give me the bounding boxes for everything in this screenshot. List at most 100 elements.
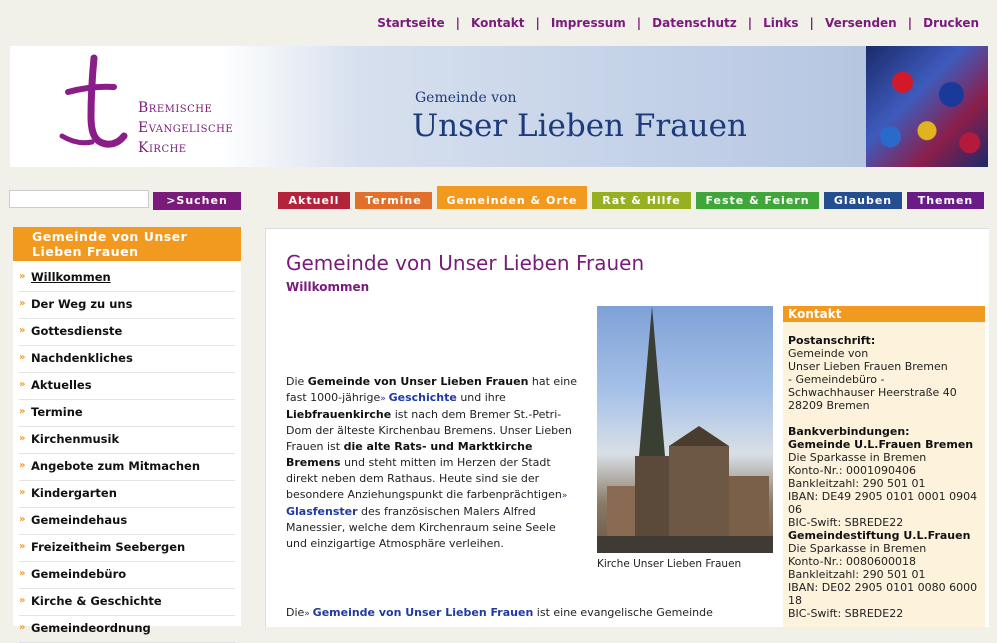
sidebar-list: » Willkommen » Der Weg zu uns » Gottesdiens… bbox=[13, 261, 241, 643]
bank2-line: BIC-Swift: SBREDE22 bbox=[788, 607, 904, 620]
page-title: Gemeinde von Unser Lieben Frauen bbox=[286, 251, 645, 275]
sidebar-item-gottesdienste[interactable]: » Gottesdienste bbox=[19, 319, 235, 346]
logo-line: Evangelische bbox=[138, 120, 234, 136]
postal-line: Schwachhauser Heerstraße 40 bbox=[788, 386, 957, 399]
parish-title: Unser Lieben Frauen bbox=[412, 108, 747, 144]
bank2-line: IBAN: DE02 2905 0101 0080 6000 bbox=[788, 581, 978, 594]
main-content: Gemeinde von Unser Lieben Frauen Willkom… bbox=[265, 228, 989, 627]
tab-rat-hilfe[interactable]: Rat & Hilfe bbox=[592, 192, 691, 209]
sidebar-item-angebote[interactable]: » Angebote zum Mitmachen bbox=[19, 454, 235, 481]
sidebar-item-kindergarten[interactable]: » Kindergarten bbox=[19, 481, 235, 508]
parish-subtitle: Gemeinde von bbox=[415, 90, 517, 106]
postal-label: Postanschrift: bbox=[788, 334, 876, 347]
tab-themen[interactable]: Themen bbox=[907, 192, 984, 209]
text: Die bbox=[286, 606, 305, 619]
sidebar-item-kirchenmusik[interactable]: » Kirchenmusik bbox=[19, 427, 235, 454]
text: Die bbox=[286, 375, 308, 388]
link-drucken[interactable]: Drucken bbox=[912, 16, 979, 30]
arrow-icon: » bbox=[304, 609, 313, 619]
arrow-icon: » bbox=[19, 541, 26, 552]
bold-text: Liebfrauenkirche bbox=[286, 408, 392, 421]
bank1-line: Konto-Nr.: 0001090406 bbox=[788, 464, 917, 477]
arrow-icon: » bbox=[561, 491, 568, 501]
bank1-label: Gemeinde U.L.Frauen Bremen bbox=[788, 438, 974, 451]
arrow-icon: » bbox=[19, 568, 26, 579]
arrow-icon: » bbox=[380, 394, 389, 404]
tab-gemeinden-orte[interactable]: Gemeinden & Orte bbox=[437, 186, 587, 209]
tab-glauben[interactable]: Glauben bbox=[824, 192, 902, 209]
sidebar-item-freizeitheim[interactable]: » Freizeitheim Seebergen bbox=[19, 535, 235, 562]
sidebar-item-gemeindehaus[interactable]: » Gemeindehaus bbox=[19, 508, 235, 535]
sidebar-item-kirche-geschichte[interactable]: » Kirche & Geschichte bbox=[19, 589, 235, 616]
contact-body: Postanschrift: Gemeinde von Unser Lieben… bbox=[783, 322, 985, 620]
link-datenschutz[interactable]: Datenschutz bbox=[641, 16, 748, 30]
bank1-line: Die Sparkasse in Bremen bbox=[788, 451, 927, 464]
link-versenden[interactable]: Versenden bbox=[814, 16, 908, 30]
link-startseite[interactable]: Startseite bbox=[366, 16, 455, 30]
sidebar-item-label: Freizeitheim Seebergen bbox=[31, 540, 186, 554]
logo-line: Bremische bbox=[138, 100, 213, 116]
sidebar-item-nachdenkliches[interactable]: » Nachdenkliches bbox=[19, 346, 235, 373]
second-paragraph: Die» Gemeinde von Unser Lieben Frauen is… bbox=[286, 605, 716, 622]
link-kontakt[interactable]: Kontakt bbox=[460, 16, 535, 30]
link-gemeinde[interactable]: Gemeinde von Unser Lieben Frauen bbox=[313, 606, 534, 619]
sidebar-item-label: Gemeindehaus bbox=[31, 513, 128, 527]
arrow-icon: » bbox=[19, 352, 26, 363]
page-subtitle: Willkommen bbox=[286, 280, 370, 294]
sidebar-item-label: Kirche & Geschichte bbox=[31, 594, 162, 608]
postal-line: 28209 Bremen bbox=[788, 399, 870, 412]
bank1-line: IBAN: DE49 2905 0101 0001 0904 bbox=[788, 490, 978, 503]
bank2-line: Bankleitzahl: 290 501 01 bbox=[788, 568, 926, 581]
sidebar: Gemeinde von Unser Lieben Frauen » Willko… bbox=[13, 227, 241, 643]
arrow-icon: » bbox=[19, 406, 26, 417]
postal-line: Gemeinde von bbox=[788, 347, 869, 360]
contact-title: Kontakt bbox=[783, 306, 985, 322]
link-geschichte[interactable]: Geschichte bbox=[389, 391, 457, 404]
search-button[interactable]: >Suchen bbox=[153, 192, 241, 210]
sidebar-item-label: Aktuelles bbox=[31, 378, 92, 392]
church-logo-text: Bremische Evangelische Kirche bbox=[138, 98, 233, 158]
top-links: Startseite | Kontakt | Impressum | Datensch… bbox=[366, 16, 979, 30]
sidebar-item-label: Der Weg zu uns bbox=[31, 297, 133, 311]
sidebar-item-label: Nachdenkliches bbox=[31, 351, 133, 365]
sidebar-item-termine[interactable]: » Termine bbox=[19, 400, 235, 427]
postal-line: Unser Lieben Frauen Bremen bbox=[788, 360, 948, 373]
link-links[interactable]: Links bbox=[752, 16, 809, 30]
church-logo-icon[interactable] bbox=[58, 54, 128, 159]
bank1-line: BIC-Swift: SBREDE22 bbox=[788, 516, 904, 529]
sidebar-item-label: Gemeindeordnung bbox=[31, 621, 151, 635]
arrow-icon: » bbox=[19, 271, 26, 282]
bank1-line: Bankleitzahl: 290 501 01 bbox=[788, 477, 926, 490]
arrow-icon: » bbox=[19, 487, 26, 498]
intro-paragraph: Die Gemeinde von Unser Lieben Frauen hat… bbox=[286, 374, 578, 552]
link-glasfenster[interactable]: Glasfenster bbox=[286, 505, 358, 518]
sidebar-item-gemeindeordnung[interactable]: » Gemeindeordnung bbox=[19, 616, 235, 643]
church-photo bbox=[597, 306, 773, 553]
bank-label: Bankverbindungen: bbox=[788, 425, 910, 438]
main-nav: Aktuell Termine Gemeinden & Orte Rat & H… bbox=[278, 186, 984, 209]
tab-aktuell[interactable]: Aktuell bbox=[278, 192, 350, 209]
bank2-label: Gemeindestiftung U.L.Frauen bbox=[788, 529, 971, 542]
sidebar-item-aktuelles[interactable]: » Aktuelles bbox=[19, 373, 235, 400]
bank2-line: Konto-Nr.: 0080600018 bbox=[788, 555, 917, 568]
bank2-line: Die Sparkasse in Bremen bbox=[788, 542, 927, 555]
sidebar-item-gemeindebuero[interactable]: » Gemeindebüro bbox=[19, 562, 235, 589]
link-impressum[interactable]: Impressum bbox=[540, 16, 637, 30]
stained-glass-image bbox=[866, 46, 988, 167]
bank2-line: 18 bbox=[788, 594, 802, 607]
tab-termine[interactable]: Termine bbox=[355, 192, 432, 209]
sidebar-item-label: Gottesdienste bbox=[31, 324, 123, 338]
arrow-icon: » bbox=[19, 433, 26, 444]
text: und ihre bbox=[456, 391, 506, 404]
sidebar-item-weg[interactable]: » Der Weg zu uns bbox=[19, 292, 235, 319]
arrow-icon: » bbox=[19, 595, 26, 606]
tab-feste-feiern[interactable]: Feste & Feiern bbox=[696, 192, 819, 209]
search-input[interactable] bbox=[9, 190, 149, 208]
sidebar-item-willkommen[interactable]: » Willkommen bbox=[19, 265, 235, 292]
bank1-line: 06 bbox=[788, 503, 802, 516]
header-banner: Bremische Evangelische Kirche Gemeinde v… bbox=[10, 46, 988, 167]
church-illustration bbox=[597, 306, 773, 553]
sidebar-item-label: Angebote zum Mitmachen bbox=[31, 459, 201, 473]
sidebar-item-label: Termine bbox=[31, 405, 83, 419]
sidebar-item-label: Kindergarten bbox=[31, 486, 117, 500]
